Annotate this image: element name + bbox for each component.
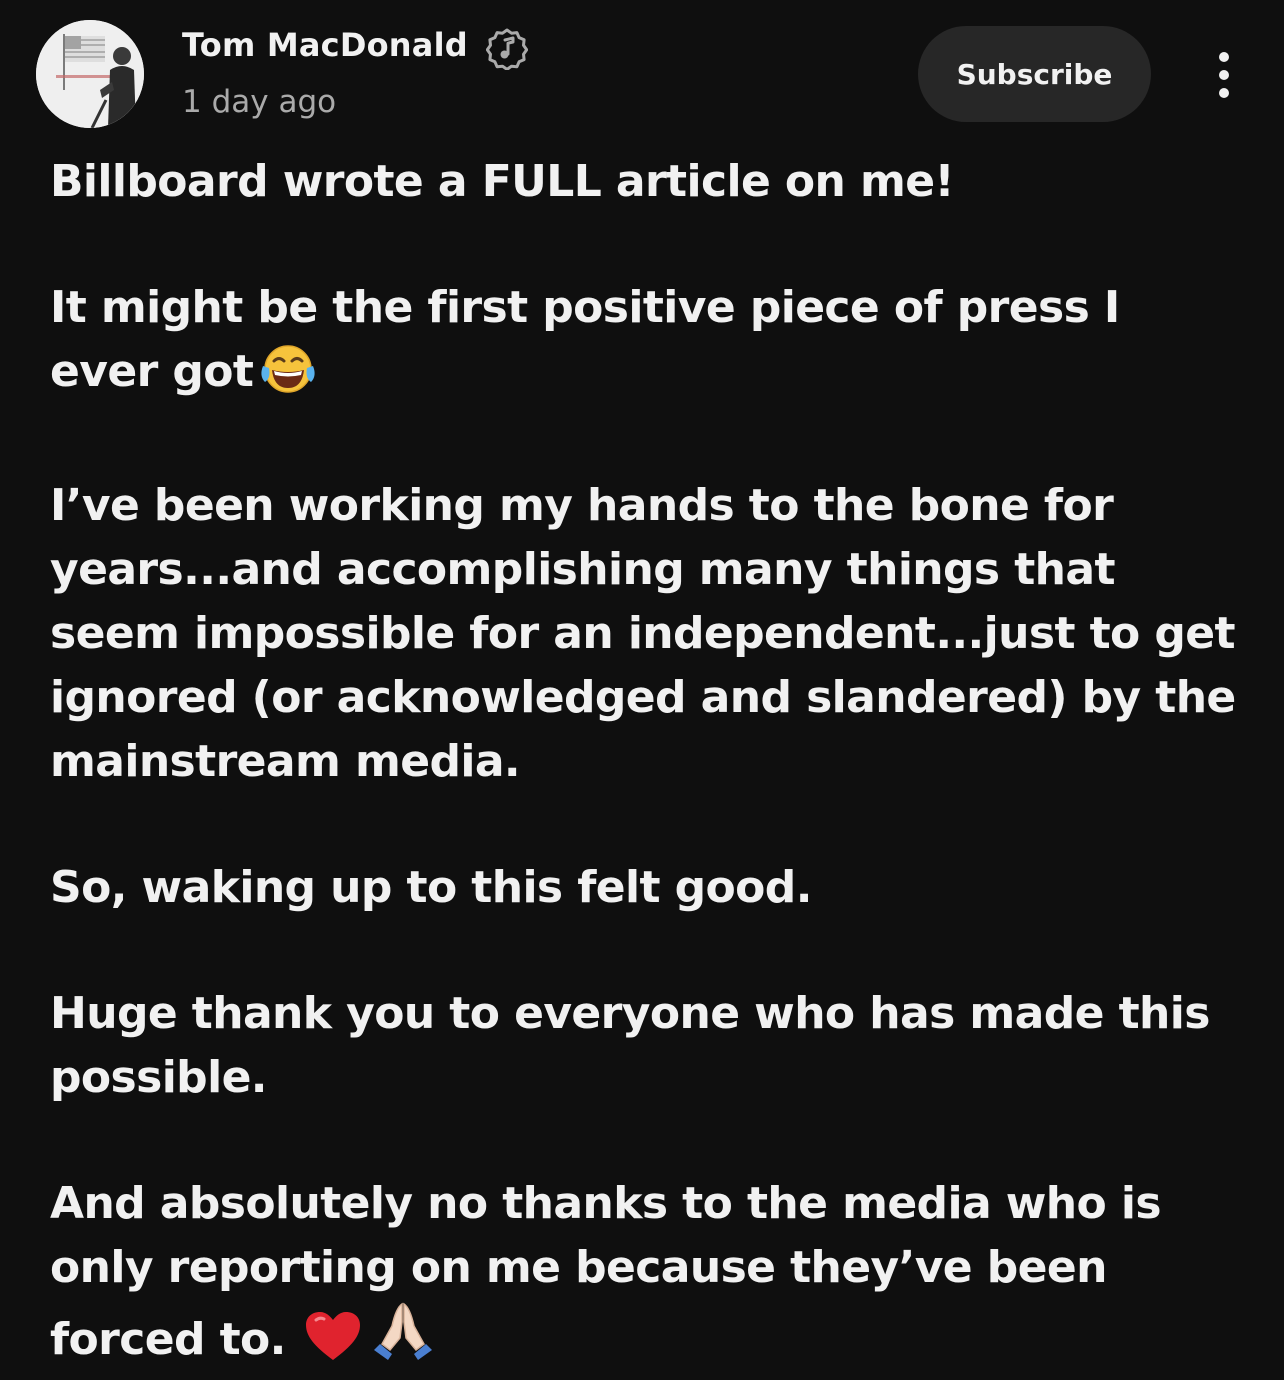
post-text: Billboard wrote a FULL article on me! It… bbox=[50, 150, 1240, 1380]
post-paragraph: And absolutely no thanks to the media wh… bbox=[50, 1172, 1240, 1380]
post-paragraph: I’ve been working my hands to the bone f… bbox=[50, 480, 1236, 787]
red-heart-icon bbox=[304, 1310, 362, 1380]
post-paragraph: So, waking up to this felt good. bbox=[50, 862, 812, 913]
music-artist-badge-icon bbox=[485, 28, 529, 71]
more-options-button[interactable] bbox=[1196, 40, 1252, 110]
post-timestamp[interactable]: 1 day ago bbox=[182, 84, 336, 120]
face-with-tears-of-joy-icon bbox=[259, 344, 317, 412]
folded-hands-icon bbox=[372, 1300, 434, 1380]
post-header: Tom MacDonald 1 day ago Subscribe bbox=[0, 0, 1284, 140]
channel-name[interactable]: Tom MacDonald bbox=[182, 26, 468, 64]
channel-avatar[interactable] bbox=[36, 20, 144, 128]
post-paragraph: Huge thank you to everyone who has made … bbox=[50, 988, 1210, 1103]
post-paragraph: It might be the first positive piece of … bbox=[50, 276, 1240, 412]
more-vertical-icon bbox=[1219, 52, 1229, 98]
subscribe-button[interactable]: Subscribe bbox=[918, 26, 1151, 122]
post-paragraph: Billboard wrote a FULL article on me! bbox=[50, 156, 955, 207]
